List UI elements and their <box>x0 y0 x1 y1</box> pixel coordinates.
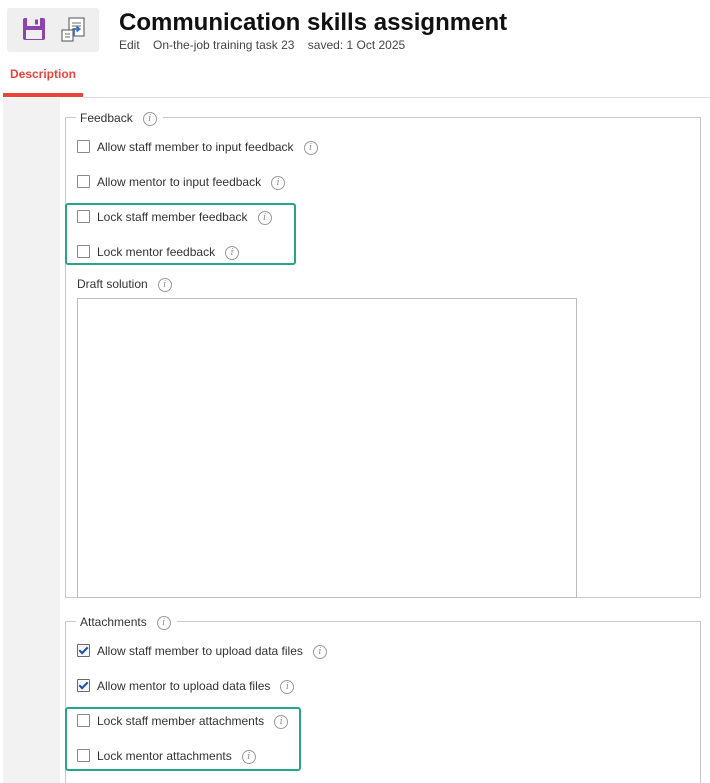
document-export-icon <box>61 17 85 42</box>
checkbox[interactable] <box>77 175 90 189</box>
attachments-legend: Attachments i <box>76 614 177 630</box>
info-icon[interactable]: i <box>280 679 295 694</box>
option-allow-mentor-feedback[interactable]: Allow mentor to input feedback i <box>77 174 286 190</box>
floppy-disk-icon <box>23 18 45 40</box>
left-panel <box>3 98 60 783</box>
option-allow-staff-upload[interactable]: Allow staff member to upload data files i <box>77 643 327 659</box>
option-allow-mentor-upload[interactable]: Allow mentor to upload data files i <box>77 678 295 694</box>
checkbox[interactable] <box>77 245 90 259</box>
info-icon[interactable]: i <box>156 615 171 630</box>
draft-solution-label: Draft solution i <box>77 277 172 292</box>
feedback-legend: Feedback i <box>76 110 163 126</box>
info-icon[interactable]: i <box>225 245 240 260</box>
option-label: Lock mentor attachments <box>97 749 232 763</box>
option-label: Allow staff member to upload data files <box>97 644 303 658</box>
info-icon[interactable]: i <box>157 277 172 292</box>
mode-label: Edit <box>119 38 140 52</box>
checkbox[interactable] <box>77 749 90 763</box>
checkbox[interactable] <box>77 714 90 728</box>
export-button[interactable] <box>59 16 87 44</box>
info-icon[interactable]: i <box>312 644 327 659</box>
option-lock-mentor-attachments[interactable]: Lock mentor attachments i <box>77 748 256 764</box>
info-icon[interactable]: i <box>303 140 318 155</box>
checkbox[interactable] <box>77 210 90 224</box>
checkbox[interactable] <box>77 644 90 658</box>
info-icon[interactable]: i <box>257 210 272 225</box>
task-label: On-the-job training task 23 <box>153 38 295 52</box>
info-icon[interactable]: i <box>271 175 286 190</box>
option-lock-staff-attachments[interactable]: Lock staff member attachments i <box>77 713 289 729</box>
option-label: Lock staff member feedback <box>97 210 248 224</box>
page-meta: Edit On-the-job training task 23 saved: … <box>119 38 415 52</box>
tabs-divider <box>83 97 710 98</box>
option-label: Allow mentor to input feedback <box>97 175 262 189</box>
toolbar <box>7 8 99 52</box>
page-title: Communication skills assignment <box>119 9 508 36</box>
saved-label: saved: 1 Oct 2025 <box>307 38 406 52</box>
option-lock-staff-feedback[interactable]: Lock staff member feedback i <box>77 209 272 225</box>
feedback-legend-label: Feedback <box>80 111 133 125</box>
checkbox[interactable] <box>77 679 90 693</box>
option-label: Lock staff member attachments <box>97 714 265 728</box>
info-icon[interactable]: i <box>274 714 289 729</box>
option-lock-mentor-feedback[interactable]: Lock mentor feedback i <box>77 244 240 260</box>
checkbox[interactable] <box>77 140 90 154</box>
feedback-group: Feedback i Allow staff member to input fe… <box>65 110 701 598</box>
tab-description[interactable]: Description <box>3 63 83 97</box>
option-label: Allow staff member to input feedback <box>97 140 294 154</box>
draft-solution-text: Draft solution <box>77 277 148 291</box>
attachments-group: Attachments i Allow staff member to uploa… <box>65 614 701 783</box>
option-label: Allow mentor to upload data files <box>97 679 271 693</box>
info-icon[interactable]: i <box>241 749 256 764</box>
save-button[interactable] <box>21 16 49 44</box>
draft-solution-textarea[interactable] <box>77 298 577 598</box>
info-icon[interactable]: i <box>142 111 157 126</box>
option-label: Lock mentor feedback <box>97 245 216 259</box>
attachments-legend-label: Attachments <box>80 615 147 629</box>
option-allow-staff-feedback[interactable]: Allow staff member to input feedback i <box>77 139 318 155</box>
